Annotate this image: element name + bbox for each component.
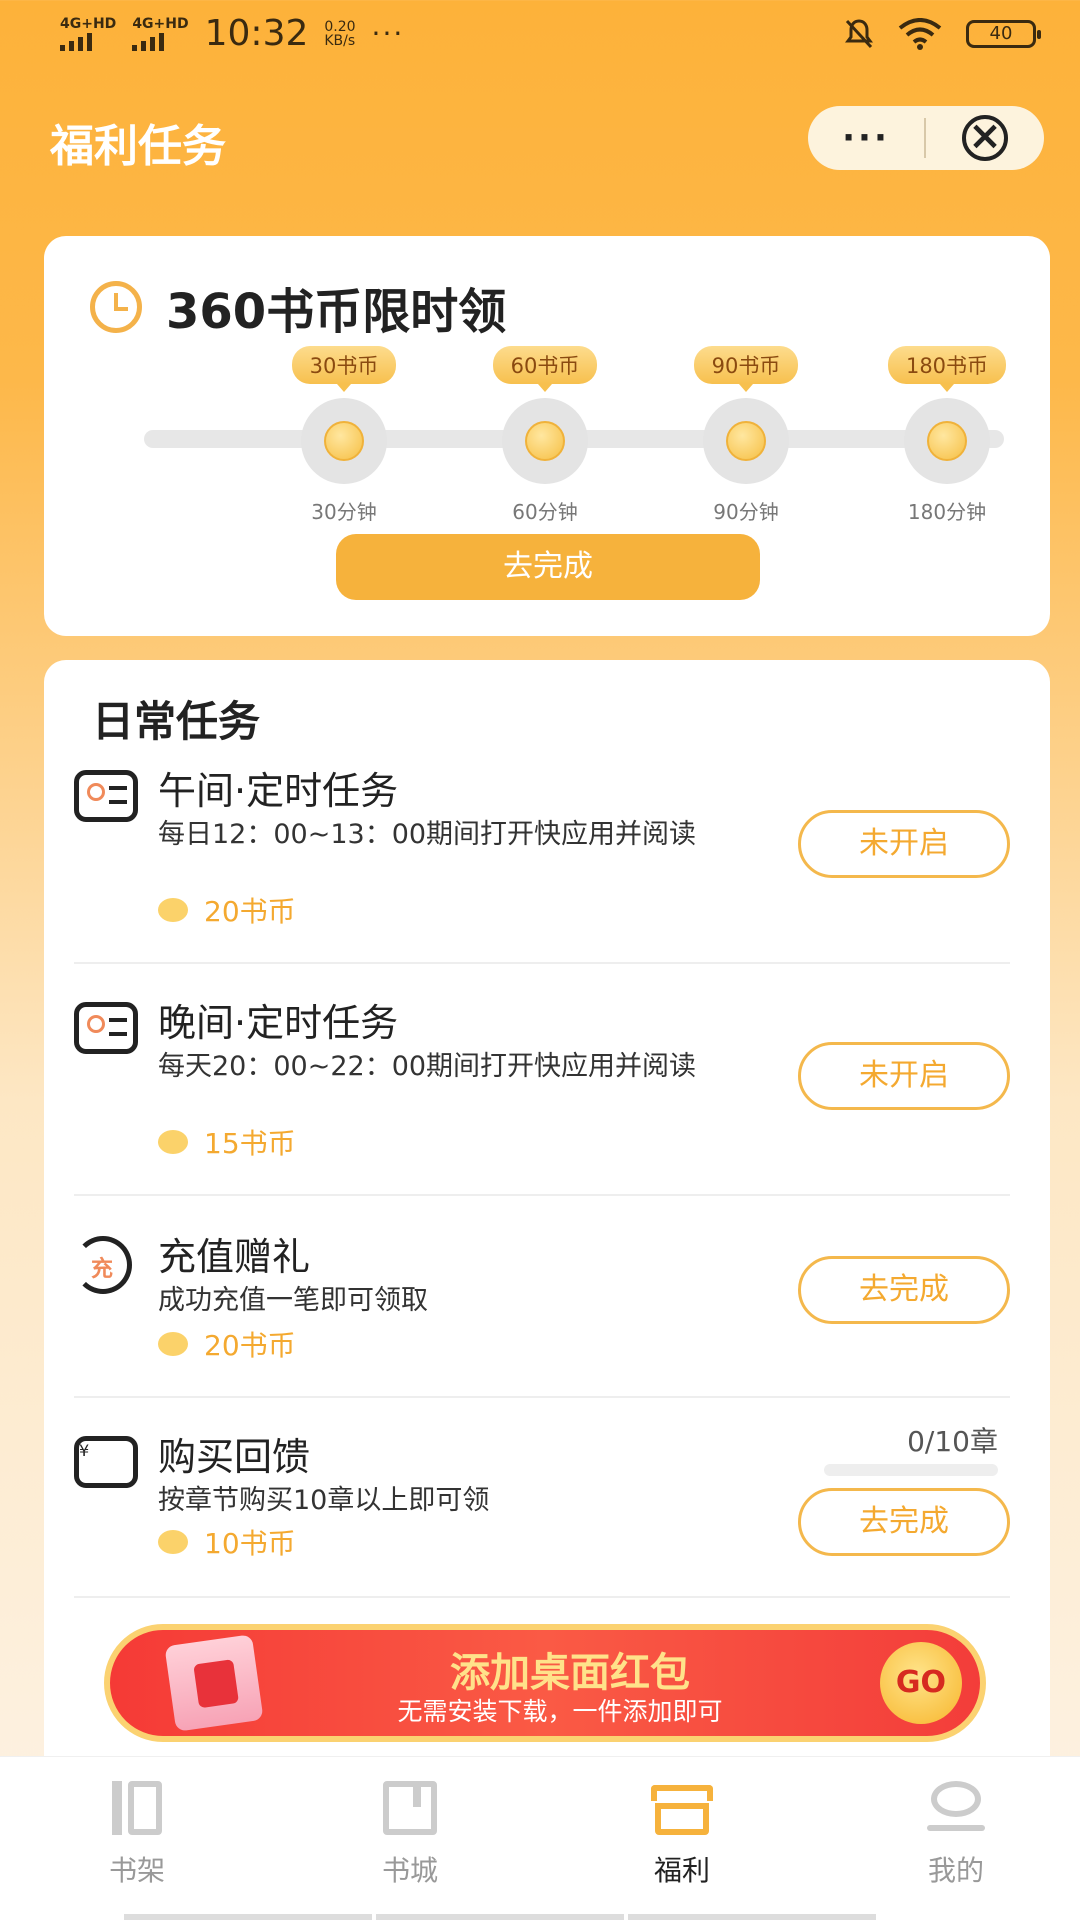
banner-go-button[interactable]: GO <box>880 1642 962 1724</box>
coin-icon <box>158 1332 188 1356</box>
milestone-reward: 60书币 <box>492 346 598 392</box>
mini-program-capsule: ··· <box>808 106 1044 170</box>
task-reward: 10书币 <box>158 1522 296 1562</box>
gesture-bar <box>124 1914 372 1920</box>
task-reward: 15书币 <box>158 1122 296 1162</box>
task-name: 购买回馈 <box>158 1435 311 1479</box>
gesture-bar <box>376 1914 624 1920</box>
speed-unit: KB/s <box>324 33 356 49</box>
milestone-time: 30分钟 <box>311 500 377 524</box>
bookstore-icon <box>379 1779 441 1837</box>
wifi-icon <box>898 18 942 50</box>
profile-icon <box>925 1779 987 1837</box>
coin-icon <box>324 421 364 461</box>
status-bar: 4G+HD 4G+HD 10:32 0.20 KB/s ··· 40 <box>0 0 1080 72</box>
divider <box>74 962 1010 964</box>
divider <box>74 1596 1010 1598</box>
daily-tasks-title: 日常任务 <box>92 697 261 746</box>
nav-label: 书城 <box>381 1854 438 1887</box>
page-title: 福利任务 <box>50 121 226 172</box>
close-button[interactable] <box>926 113 1044 161</box>
bookshelf-icon <box>106 1779 168 1837</box>
milestone-3: 90书币 90分钟 <box>671 346 821 525</box>
task-recharge-button[interactable]: 去完成 <box>798 1256 1010 1324</box>
task-desc: 按章节购买10章以上即可领 <box>158 1485 490 1516</box>
milestone-time: 180分钟 <box>907 500 987 524</box>
nav-item-welfare[interactable]: 福利 <box>592 1779 772 1889</box>
milestone-time: 90分钟 <box>713 500 779 524</box>
battery-icon: 40 <box>966 20 1041 48</box>
divider <box>74 1194 1010 1196</box>
nav-item-profile[interactable]: 我的 <box>866 1779 1046 1889</box>
task-progress-text: 0/10章 <box>907 1425 998 1458</box>
gift-icon <box>164 1634 264 1732</box>
speed-value: 0.20 <box>324 19 356 35</box>
network-type-sim1: 4G+HD <box>60 16 117 32</box>
yen-icon: ¥ <box>74 1436 138 1488</box>
coin-icon <box>726 421 766 461</box>
milestone-4: 180书币 180分钟 <box>872 346 1022 525</box>
task-reward-value: 15书币 <box>204 1127 296 1160</box>
task-name: 午间·定时任务 <box>158 769 399 813</box>
gesture-bar <box>628 1914 876 1920</box>
banner-title: 添加桌面红包 <box>450 1650 690 1696</box>
timed-reward-title: 360书币限时领 <box>166 284 507 340</box>
task-reward: 20书币 <box>158 890 296 930</box>
close-icon <box>962 113 1008 161</box>
task-evening-button[interactable]: 未开启 <box>798 1042 1010 1110</box>
task-name: 充值赠礼 <box>158 1235 311 1279</box>
timed-reward-card: 360书币限时领 30书币 30分钟 60书币 60分钟 90书币 90分钟 1… <box>44 236 1050 636</box>
milestone-reward: 180书币 <box>887 346 1007 392</box>
banner-subtitle: 无需安装下载，一件添加即可 <box>397 1697 723 1726</box>
nav-item-bookshelf[interactable]: 书架 <box>47 1779 227 1889</box>
task-reward: 20书币 <box>158 1324 296 1364</box>
signal-icon-sim1: 4G+HD <box>60 17 116 51</box>
nav-item-bookstore[interactable]: 书城 <box>320 1779 500 1889</box>
coin-icon <box>158 1130 188 1154</box>
task-desc: 每天20：00~22：00期间打开快应用并阅读 <box>158 1051 697 1082</box>
welfare-icon <box>651 1779 713 1837</box>
checklist-icon <box>74 1002 138 1054</box>
nav-label: 书架 <box>108 1854 165 1887</box>
network-speed: 0.20 KB/s <box>324 20 355 48</box>
milestone-reward: 90书币 <box>693 346 799 392</box>
timed-reward-go-button[interactable]: 去完成 <box>336 534 760 600</box>
milestone-reward: 30书币 <box>291 346 397 392</box>
task-noon-button[interactable]: 未开启 <box>798 810 1010 878</box>
nav-label: 福利 <box>653 1854 710 1887</box>
task-reward-value: 20书币 <box>204 1329 296 1362</box>
task-progress-bar <box>824 1464 998 1476</box>
recharge-icon: 充 <box>74 1236 132 1294</box>
task-desc: 每日12：00~13：00期间打开快应用并阅读 <box>158 819 697 850</box>
more-menu-button[interactable]: ··· <box>808 106 924 170</box>
mute-bell-icon <box>845 19 873 49</box>
task-purchase-button[interactable]: 去完成 <box>798 1488 1010 1556</box>
task-reward-value: 20书币 <box>204 895 296 928</box>
coin-icon <box>525 421 565 461</box>
coin-icon <box>158 898 188 922</box>
coin-icon <box>927 421 967 461</box>
clock-icon <box>90 281 142 333</box>
network-type-sim2: 4G+HD <box>132 16 189 32</box>
nav-label: 我的 <box>927 1854 984 1887</box>
status-more-icon: ··· <box>371 17 405 50</box>
coin-icon <box>158 1530 188 1554</box>
milestone-1: 30书币 30分钟 <box>269 346 419 525</box>
divider <box>74 1396 1010 1398</box>
task-name: 晚间·定时任务 <box>158 1001 399 1045</box>
milestone-time: 60分钟 <box>512 500 578 524</box>
milestone-2: 60书币 60分钟 <box>470 346 620 525</box>
checklist-icon <box>74 770 138 822</box>
desktop-redpacket-banner[interactable]: 添加桌面红包 无需安装下载，一件添加即可 GO <box>104 1624 986 1742</box>
signal-icon-sim2: 4G+HD <box>132 16 189 51</box>
task-desc: 成功充值一笔即可领取 <box>158 1285 428 1316</box>
clock-time: 10:32 <box>204 13 309 54</box>
task-reward-value: 10书币 <box>204 1527 296 1560</box>
bottom-nav: 书架 书城 福利 我的 <box>0 1756 1080 1920</box>
